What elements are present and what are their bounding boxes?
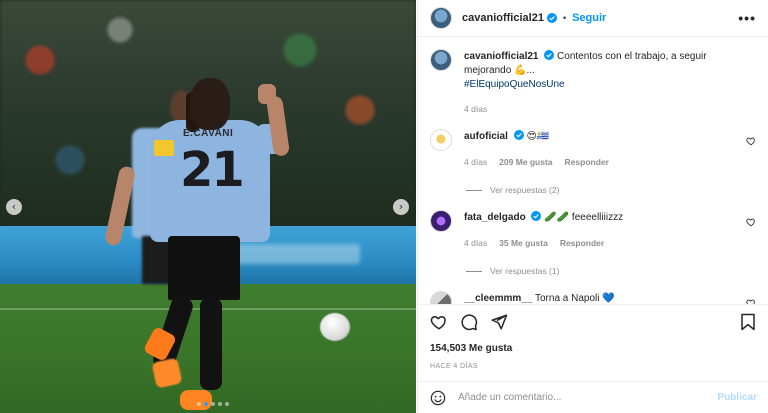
avatar[interactable] bbox=[430, 7, 452, 29]
football bbox=[320, 313, 350, 341]
player-right-boot bbox=[180, 390, 212, 410]
view-replies-button[interactable]: Ver respuestas (2) bbox=[466, 183, 756, 197]
comment-time: 4 días bbox=[464, 238, 488, 248]
like-comment-icon[interactable] bbox=[746, 136, 756, 146]
list-item: __cleemmm__ Torna a Napoli 💙 bbox=[430, 291, 756, 304]
comment-text: 🥒🥒 feeeelliiizzz bbox=[544, 212, 624, 223]
comment-likes[interactable]: 209 Me gusta bbox=[499, 155, 552, 169]
list-item: fata_delgado 🥒🥒 feeeelliiizzz 4 días 35 … bbox=[430, 210, 756, 278]
carousel-dot bbox=[225, 402, 229, 406]
verified-icon bbox=[513, 130, 524, 140]
comment-time: 4 días bbox=[464, 157, 488, 167]
comment-input[interactable] bbox=[458, 392, 718, 403]
reply-button[interactable]: Responder bbox=[560, 236, 604, 250]
reply-button[interactable]: Responder bbox=[565, 155, 609, 169]
avatar[interactable] bbox=[430, 129, 452, 151]
publish-button[interactable]: Publicar bbox=[718, 392, 757, 403]
view-replies-label: Ver respuestas (2) bbox=[490, 185, 560, 195]
avatar[interactable] bbox=[430, 49, 452, 71]
carousel-dot bbox=[197, 402, 201, 406]
emoji-icon[interactable] bbox=[430, 390, 446, 406]
more-options-icon[interactable]: ••• bbox=[738, 10, 756, 26]
comment-text: Torna a Napoli 💙 bbox=[535, 293, 615, 304]
divider bbox=[466, 270, 482, 272]
carousel-dot bbox=[218, 402, 222, 406]
carousel-prev-button[interactable]: ‹ bbox=[6, 199, 22, 215]
carousel-dots bbox=[197, 402, 229, 406]
comment-text: 😍🇺🇾 bbox=[526, 131, 550, 142]
caption-hashtag[interactable]: #ElEquipoQueNosUne bbox=[464, 78, 756, 92]
carousel-dot bbox=[204, 402, 208, 406]
add-comment-bar: Publicar bbox=[418, 381, 768, 413]
caption: cavaniofficial21 Contentos con el trabaj… bbox=[430, 49, 756, 116]
share-icon[interactable] bbox=[490, 313, 508, 331]
like-comment-icon[interactable] bbox=[746, 217, 756, 227]
view-replies-button[interactable]: Ver respuestas (1) bbox=[466, 264, 756, 278]
avatar[interactable] bbox=[430, 210, 452, 232]
player-head bbox=[190, 78, 230, 130]
caption-time: 4 días bbox=[464, 104, 488, 114]
jersey-name: E.CAVANI bbox=[183, 128, 234, 139]
post-actions: 154,503 Me gusta HACE 4 DÍAS bbox=[418, 304, 768, 370]
post-author[interactable]: cavaniofficial21 bbox=[462, 12, 544, 24]
verified-icon bbox=[544, 50, 555, 60]
player-hand bbox=[258, 84, 276, 104]
bookmark-icon[interactable] bbox=[739, 313, 757, 331]
view-replies-label: Ver respuestas (1) bbox=[490, 266, 560, 276]
comment-icon[interactable] bbox=[460, 313, 478, 331]
follow-button[interactable]: Seguir bbox=[572, 12, 606, 24]
like-heart-icon[interactable] bbox=[430, 313, 448, 331]
jersey-number: 21 bbox=[180, 142, 245, 198]
post-header: cavaniofficial21 • Seguir ••• bbox=[418, 0, 768, 37]
comments-list[interactable]: cavaniofficial21 Contentos con el trabaj… bbox=[418, 37, 768, 304]
captain-armband bbox=[154, 140, 174, 156]
verified-icon bbox=[546, 13, 557, 23]
caption-author[interactable]: cavaniofficial21 bbox=[464, 51, 538, 62]
post-timestamp: HACE 4 DÍAS bbox=[430, 363, 478, 370]
player-left-sock bbox=[151, 357, 183, 389]
likes-count[interactable]: 154,503 Me gusta bbox=[430, 343, 757, 354]
list-item: aufoficial 😍🇺🇾 4 días 209 Me gusta Respo… bbox=[430, 129, 756, 197]
divider bbox=[466, 189, 482, 191]
comment-author[interactable]: aufoficial bbox=[464, 131, 508, 142]
carousel-dot bbox=[211, 402, 215, 406]
post-media[interactable]: E.CAVANI 21 ‹ › bbox=[0, 0, 416, 413]
comment-likes[interactable]: 35 Me gusta bbox=[499, 236, 548, 250]
comment-author[interactable]: __cleemmm__ bbox=[464, 293, 532, 304]
verified-icon bbox=[531, 211, 542, 221]
post-side-panel: cavaniofficial21 • Seguir ••• cavanioffi… bbox=[417, 0, 768, 413]
player-shorts bbox=[168, 236, 240, 300]
header-separator: • bbox=[562, 13, 567, 23]
carousel-next-button[interactable]: › bbox=[393, 199, 409, 215]
comment-author[interactable]: fata_delgado bbox=[464, 212, 526, 223]
player-right-leg bbox=[200, 298, 222, 390]
avatar[interactable] bbox=[430, 291, 452, 304]
